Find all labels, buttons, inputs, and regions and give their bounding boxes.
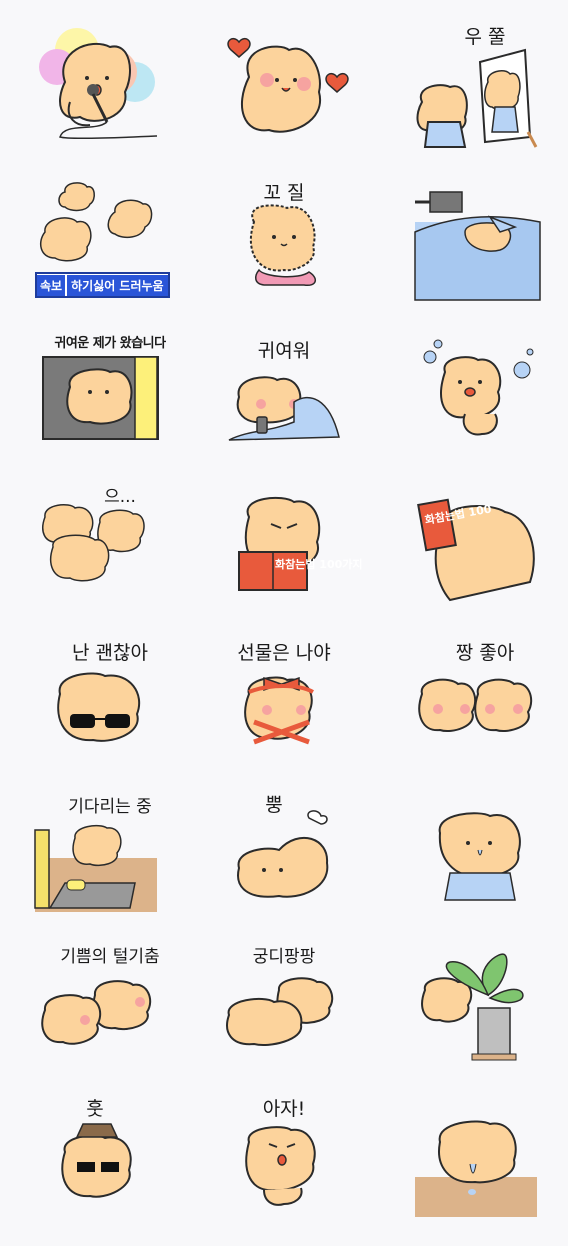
bears-pair-illustration bbox=[418, 678, 533, 732]
sticker-butt-pat[interactable]: 궁디팡팡 bbox=[209, 940, 359, 1080]
bear-sunglasses-illustration bbox=[57, 672, 141, 742]
sticker-love-it[interactable]: 짱 좋아 bbox=[410, 634, 560, 774]
bear-toot-illustration bbox=[237, 810, 329, 898]
bear-desk-illustration bbox=[415, 1120, 537, 1217]
sticker-anger-book[interactable]: 화참는법 100가지 bbox=[209, 472, 363, 612]
sticker-waiting[interactable]: 기다리는 중 bbox=[34, 788, 185, 928]
sticker-grid: 우 쭐 속보 하기싫어 드러누움 꼬 질 귀여운 제가 왔습니다 귀여워 으..… bbox=[0, 0, 568, 1246]
bears-stack-illustration bbox=[42, 504, 145, 582]
bear-alarm-illustration bbox=[414, 191, 541, 301]
sticker-plant[interactable] bbox=[410, 940, 560, 1080]
news-text: 하기싫어 드러누움 bbox=[67, 274, 168, 296]
sticker-bubbles[interactable] bbox=[410, 322, 560, 462]
sticker-cute-arrival[interactable]: 귀여운 제가 왔습니다 bbox=[35, 322, 185, 462]
bear-smirk-illustration bbox=[61, 1123, 132, 1198]
bear-gift-illustration bbox=[244, 676, 314, 745]
sticker-singing[interactable] bbox=[35, 22, 185, 162]
sticker-hearts[interactable] bbox=[209, 22, 359, 162]
breaking-news-banner: 속보 하기싫어 드러누움 bbox=[35, 272, 170, 298]
bear-book-closeup-illustration: 화참는법 100 bbox=[417, 498, 535, 602]
bear-phone-illustration bbox=[228, 376, 340, 441]
bear-waiting-illustration bbox=[34, 825, 157, 912]
sticker-alarm[interactable] bbox=[410, 172, 560, 312]
sticker-desk-drool[interactable] bbox=[410, 1092, 560, 1232]
bear-bubbles-illustration bbox=[423, 339, 534, 436]
sticker-gift[interactable]: 선물은 나야 bbox=[209, 634, 359, 774]
book-title: 화참는법 100가지 bbox=[275, 557, 363, 571]
bear-dirty-illustration bbox=[249, 204, 316, 287]
sticker-drool[interactable] bbox=[410, 788, 560, 928]
bear-drool-illustration bbox=[438, 812, 521, 901]
sticker-anger-book-closeup[interactable]: 화참는법 100 bbox=[410, 472, 560, 612]
bear-door-illustration bbox=[42, 356, 159, 440]
sticker-im-okay[interactable]: 난 괜찮아 bbox=[35, 634, 185, 774]
sticker-dirty[interactable]: 꼬 질 bbox=[209, 172, 359, 312]
bear-singing-illustration bbox=[39, 28, 158, 140]
sticker-proud[interactable]: 우 쭐 bbox=[410, 22, 560, 162]
bears-dance-illustration bbox=[41, 980, 152, 1045]
bear-plant-illustration bbox=[421, 953, 524, 1061]
bears-pat-illustration bbox=[226, 977, 334, 1046]
bear-mirror-illustration bbox=[416, 48, 538, 148]
news-tag: 속보 bbox=[37, 274, 66, 296]
bear-hearts-illustration bbox=[227, 38, 349, 133]
sticker-cheer[interactable]: 아자! bbox=[209, 1092, 359, 1232]
bear-cheer-illustration bbox=[245, 1126, 316, 1206]
sticker-breaking-news[interactable]: 속보 하기싫어 드러누움 bbox=[35, 172, 185, 312]
sticker-toot[interactable]: 뿡 bbox=[209, 788, 359, 928]
bear-book-illustration: 화참는법 100가지 bbox=[238, 496, 363, 591]
sticker-smirk[interactable]: 훗 bbox=[35, 1092, 185, 1232]
sticker-ugh[interactable]: 으... bbox=[35, 472, 185, 612]
sticker-happy-dance[interactable]: 기쁨의 털기춤 bbox=[35, 940, 185, 1080]
sticker-cute[interactable]: 귀여워 bbox=[209, 322, 359, 462]
